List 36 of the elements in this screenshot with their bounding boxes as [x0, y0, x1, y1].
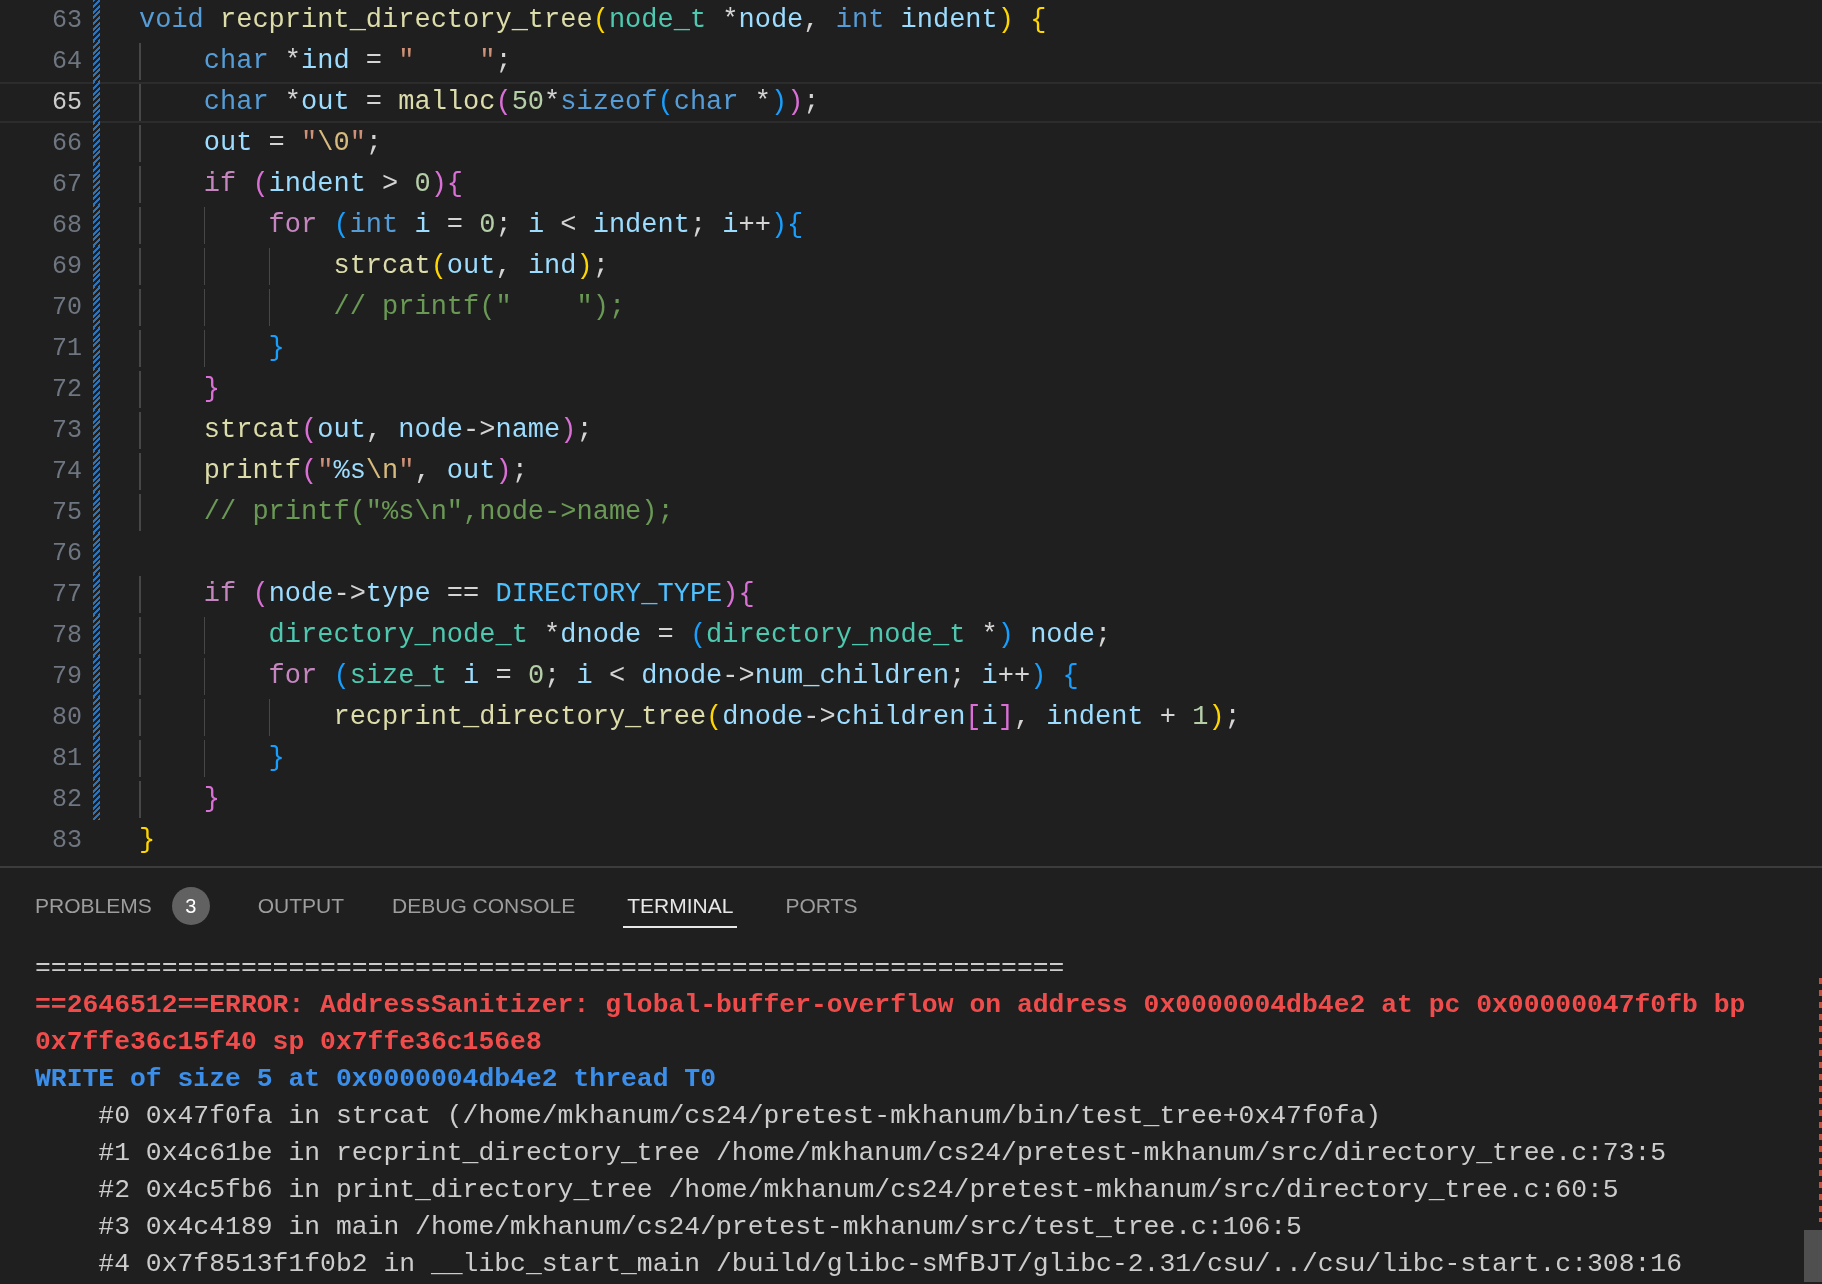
terminal-line: #2 0x4c5fb6 in print_directory_tree /home/mkhanum/cs24/pretest-mkhanum/src/directory_tree.c:60:5: [97, 1174, 1620, 1207]
line-number: 81: [51, 744, 82, 773]
terminal-line: #1 0x4c61be in recprint_directory_tree /home/mkhanum/cs24/pretest-mkhanum/src/directory_tree.c:73:5: [97, 1137, 1668, 1170]
line-number: 69: [51, 252, 82, 281]
terminal-line: #0 0x47f0fa in strcat (/home/mkhanum/cs24/pretest-mkhanum/bin/test_tree+0x47f0fa): [97, 1100, 1383, 1133]
line-number: 77: [51, 580, 82, 609]
line-number: 70: [51, 293, 82, 322]
count-badge: 3: [171, 887, 210, 925]
terminal-line: #3 0x4c4189 in main /home/mkhanum/cs24/pretest-mkhanum/src/test_tree.c:106:5: [97, 1211, 1303, 1244]
line-number: 71: [51, 334, 82, 363]
line-number: 75: [51, 498, 82, 527]
line-number: 78: [51, 621, 82, 650]
line-number: 73: [51, 416, 82, 445]
line-number: 67: [51, 170, 82, 199]
terminal-line: #4 0x7f8513f1f0b2 in __libc_start_main /build/glibc-sMfBJT/glibc-2.31/csu/../csu/libc-start.c:308:16: [97, 1248, 1684, 1281]
terminal-line: ==2646512==ERROR: AddressSanitizer: global-buffer-overflow on address 0x0000004db4e2 at pc 0x00000047f0fb bp 0x7ffe36c15f40 sp 0x7ffe36c156e8: [35, 989, 1747, 1059]
terminal-line: =================================================================: [35, 952, 1066, 985]
panel-tab[interactable]: DEBUG CONSOLE: [392, 884, 576, 928]
line-number: 63: [51, 6, 82, 35]
line-number: 79: [51, 662, 82, 691]
line-number: 72: [51, 375, 82, 404]
terminal-line: WRITE of size 5 at 0x0000004db4e2 thread T0: [35, 1063, 717, 1096]
line-number: 83: [51, 826, 82, 855]
panel-tab[interactable]: TERMINAL: [623, 884, 738, 928]
scrollbar-thumb[interactable]: [1804, 1230, 1822, 1282]
line-number: 68: [51, 211, 82, 240]
panel-tab[interactable]: PROBLEMS 3: [35, 877, 210, 935]
line-number: 80: [51, 703, 82, 732]
line-number: 74: [51, 457, 82, 486]
line-number: 66: [51, 129, 82, 158]
line-number: 65: [51, 88, 82, 117]
line-number: 64: [51, 47, 82, 76]
line-number: 82: [51, 785, 82, 814]
panel-tab[interactable]: PORTS: [785, 884, 858, 928]
line-number: 76: [51, 539, 82, 568]
panel-tab[interactable]: OUTPUT: [257, 884, 345, 928]
